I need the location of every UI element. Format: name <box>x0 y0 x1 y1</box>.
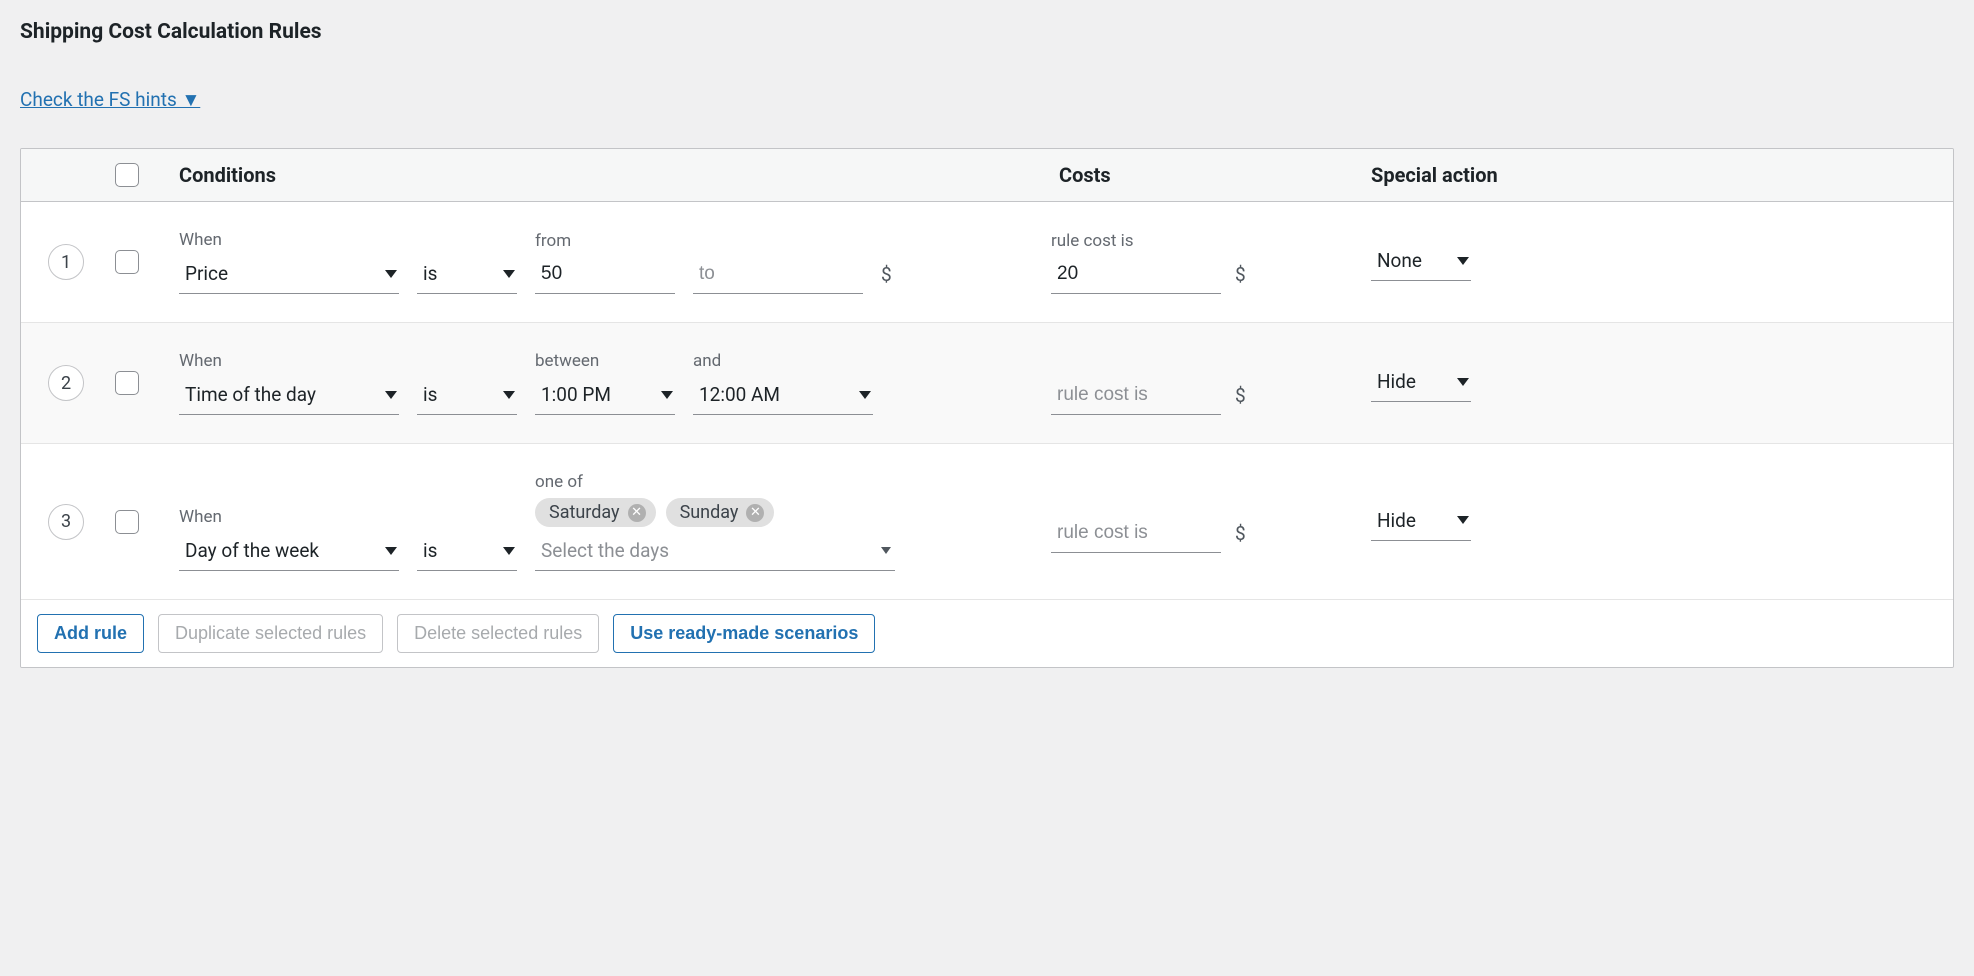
chevron-down-icon <box>661 391 673 399</box>
and-label: and <box>693 351 873 371</box>
days-select[interactable]: Select the days <box>535 533 895 571</box>
chevron-down-icon <box>859 391 871 399</box>
chevron-down-icon <box>1457 257 1469 265</box>
row-number: 3 <box>48 504 84 540</box>
header-special: Special action <box>1371 163 1561 187</box>
when-label: When <box>179 507 399 527</box>
when-label: When <box>179 351 399 371</box>
rule-row: 1 When Price is <box>21 202 1953 323</box>
chevron-down-icon <box>385 547 397 555</box>
chevron-down-icon <box>503 391 515 399</box>
footer-bar: Add rule Duplicate selected rules Delete… <box>21 600 1953 667</box>
special-action-select[interactable]: Hide <box>1371 503 1471 541</box>
header-costs: Costs <box>1051 163 1371 187</box>
row-number: 2 <box>48 365 84 401</box>
table-header: Conditions Costs Special action <box>21 149 1953 202</box>
header-conditions: Conditions <box>171 163 1051 187</box>
chip-remove-icon[interactable]: ✕ <box>628 504 646 522</box>
rules-table: Conditions Costs Special action 1 When P… <box>20 148 1954 668</box>
from-label: from <box>535 231 675 251</box>
time-to-select[interactable]: 12:00 AM <box>693 377 873 415</box>
day-chip[interactable]: Saturday ✕ <box>535 498 656 527</box>
currency-symbol: $ <box>1235 384 1246 415</box>
chevron-down-icon <box>881 547 891 554</box>
rule-cost-input[interactable] <box>1051 257 1221 294</box>
operator-select[interactable]: is <box>417 377 517 415</box>
currency-symbol: $ <box>1235 263 1246 294</box>
chip-remove-icon[interactable]: ✕ <box>746 504 764 522</box>
to-input[interactable] <box>693 257 863 294</box>
rule-row: 3 When Day of the week is <box>21 444 1953 600</box>
row-checkbox[interactable] <box>115 250 139 274</box>
duplicate-rules-button[interactable]: Duplicate selected rules <box>158 614 383 653</box>
day-chip[interactable]: Sunday ✕ <box>666 498 775 527</box>
select-all-checkbox[interactable] <box>115 163 139 187</box>
from-input[interactable] <box>535 257 675 294</box>
one-of-label: one of <box>535 472 895 492</box>
time-from-select[interactable]: 1:00 PM <box>535 377 675 415</box>
currency-symbol: $ <box>881 263 892 294</box>
rule-cost-input[interactable] <box>1051 516 1221 553</box>
when-select[interactable]: Day of the week <box>179 533 399 571</box>
chevron-down-icon <box>385 270 397 278</box>
delete-rules-button[interactable]: Delete selected rules <box>397 614 599 653</box>
operator-select[interactable]: is <box>417 256 517 294</box>
add-rule-button[interactable]: Add rule <box>37 614 144 653</box>
row-number: 1 <box>48 244 84 280</box>
chevron-down-icon <box>1457 516 1469 524</box>
chevron-down-icon <box>503 270 515 278</box>
rule-cost-label: rule cost is <box>1051 231 1221 251</box>
when-select[interactable]: Price <box>179 256 399 294</box>
operator-select[interactable]: is <box>417 533 517 571</box>
when-label: When <box>179 230 399 250</box>
between-label: between <box>535 351 675 371</box>
page-title: Shipping Cost Calculation Rules <box>20 20 1954 44</box>
chevron-down-icon <box>1457 378 1469 386</box>
when-select[interactable]: Time of the day <box>179 377 399 415</box>
row-checkbox[interactable] <box>115 510 139 534</box>
rule-row: 2 When Time of the day is <box>21 323 1953 444</box>
fs-hints-link[interactable]: Check the FS hints ▼ <box>20 88 200 112</box>
day-chips: Saturday ✕ Sunday ✕ <box>535 498 895 527</box>
special-action-select[interactable]: Hide <box>1371 364 1471 402</box>
chevron-down-icon <box>385 391 397 399</box>
special-action-select[interactable]: None <box>1371 243 1471 281</box>
row-checkbox[interactable] <box>115 371 139 395</box>
rule-cost-input[interactable] <box>1051 378 1221 415</box>
chevron-down-icon <box>503 547 515 555</box>
currency-symbol: $ <box>1235 522 1246 553</box>
use-scenarios-button[interactable]: Use ready-made scenarios <box>613 614 875 653</box>
